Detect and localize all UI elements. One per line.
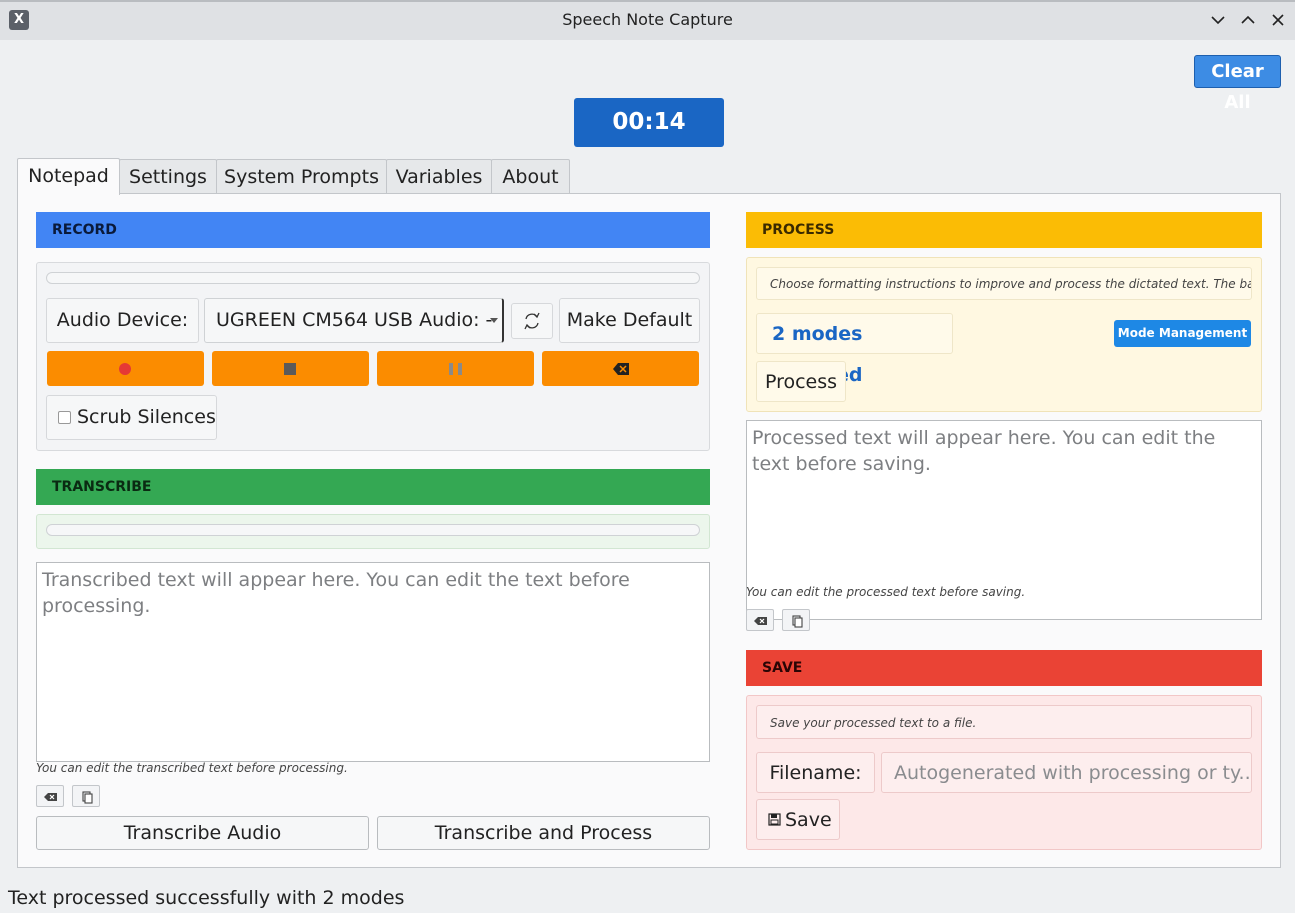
transcribed-text-area[interactable]: Transcribed text will appear here. You c… bbox=[36, 562, 710, 762]
modes-selected-label: 2 modes selected bbox=[756, 313, 953, 386]
clear-transcription-button[interactable] bbox=[36, 785, 64, 807]
mode-management-button[interactable]: Mode Management bbox=[1114, 320, 1251, 347]
backspace-icon bbox=[754, 617, 767, 625]
backspace-icon bbox=[613, 363, 629, 375]
audio-device-label: Audio Device: bbox=[46, 298, 199, 343]
record-button[interactable] bbox=[47, 351, 204, 386]
filename-label: Filename: bbox=[756, 752, 875, 793]
tab-variables[interactable]: Variables bbox=[386, 159, 492, 194]
process-section-header: PROCESS bbox=[746, 212, 1262, 248]
refresh-icon bbox=[524, 312, 540, 330]
window-title: Speech Note Capture bbox=[562, 10, 733, 29]
filename-input[interactable]: Autogenerated with processing or ty... bbox=[881, 752, 1252, 793]
clear-recording-button[interactable] bbox=[542, 351, 699, 386]
maximize-button[interactable] bbox=[1237, 9, 1259, 31]
save-icon bbox=[768, 813, 781, 826]
copy-icon bbox=[82, 791, 93, 804]
process-button[interactable]: Process bbox=[756, 361, 846, 402]
chevron-up-icon bbox=[1241, 15, 1255, 24]
scrub-silences-checkbox[interactable]: Scrub Silences bbox=[46, 395, 217, 440]
record-section-header: RECORD bbox=[36, 212, 710, 248]
copy-transcription-button[interactable] bbox=[72, 785, 100, 807]
processed-text-placeholder: Processed text will appear here. You can… bbox=[752, 427, 1216, 475]
pause-button[interactable] bbox=[377, 351, 534, 386]
tab-notepad[interactable]: Notepad bbox=[17, 158, 120, 195]
refresh-devices-button[interactable] bbox=[511, 303, 553, 339]
status-message: Text processed successfully with 2 modes bbox=[8, 887, 405, 909]
close-button[interactable] bbox=[1267, 9, 1289, 31]
make-default-button[interactable]: Make Default bbox=[559, 298, 700, 343]
tab-settings[interactable]: Settings bbox=[119, 159, 217, 194]
transcribe-audio-button[interactable]: Transcribe Audio bbox=[36, 816, 369, 850]
save-description: Save your processed text to a file. bbox=[756, 705, 1252, 739]
dropdown-arrow-icon bbox=[490, 318, 498, 323]
chevron-down-icon bbox=[1211, 16, 1225, 25]
stop-button[interactable] bbox=[212, 351, 369, 386]
tab-about[interactable]: About bbox=[491, 159, 570, 194]
tab-system-prompts[interactable]: System Prompts bbox=[216, 159, 387, 194]
pause-icon bbox=[449, 363, 462, 375]
stop-icon bbox=[284, 363, 296, 375]
save-button[interactable]: Save bbox=[756, 799, 840, 840]
audio-device-select[interactable]: UGREEN CM564 USB Audio: - bbox=[204, 298, 504, 343]
transcribe-hint: You can edit the transcribed text before… bbox=[36, 761, 348, 775]
transcription-progress-bar bbox=[46, 524, 700, 536]
checkbox-icon bbox=[58, 411, 71, 424]
process-description: Choose formatting instructions to improv… bbox=[756, 267, 1252, 300]
recording-timer: 00:14 bbox=[574, 98, 724, 147]
scrub-silences-label: Scrub Silences bbox=[77, 406, 216, 428]
transcribe-section-header: TRANSCRIBE bbox=[36, 469, 710, 505]
transcribe-and-process-button[interactable]: Transcribe and Process bbox=[377, 816, 710, 850]
save-button-label: Save bbox=[785, 809, 832, 831]
copy-icon bbox=[792, 615, 803, 628]
save-section-header: SAVE bbox=[746, 650, 1262, 686]
copy-processed-button[interactable] bbox=[782, 609, 810, 631]
recording-level-bar bbox=[46, 272, 700, 284]
record-icon bbox=[119, 363, 131, 375]
clear-all-button[interactable]: Clear All bbox=[1194, 55, 1281, 113]
clear-processed-button[interactable] bbox=[746, 609, 774, 631]
close-icon bbox=[1272, 14, 1284, 26]
backspace-icon bbox=[44, 793, 57, 801]
process-hint: You can edit the processed text before s… bbox=[746, 585, 1026, 599]
minimize-button[interactable] bbox=[1207, 9, 1229, 31]
